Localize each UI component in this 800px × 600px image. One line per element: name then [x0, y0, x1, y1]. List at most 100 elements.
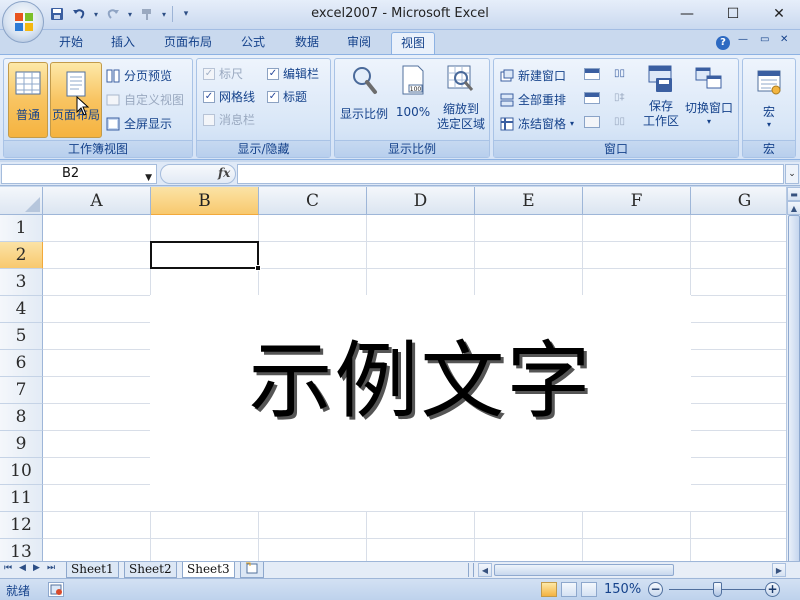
zoom-to-selection-button[interactable]: 缩放到 选定区域 — [433, 62, 489, 138]
horizontal-scroll-thumb[interactable] — [494, 564, 674, 576]
page-break-status-icon[interactable] — [581, 582, 597, 597]
active-cell-b2[interactable] — [150, 241, 259, 269]
scroll-right-icon[interactable]: ▶ — [772, 563, 786, 577]
zoom-out-icon[interactable]: − — [648, 582, 663, 597]
tab-page-layout[interactable]: 页面布局 — [155, 32, 221, 54]
zoom-slider-thumb[interactable] — [713, 582, 722, 597]
tab-home[interactable]: 开始 — [50, 32, 92, 54]
row-header-2[interactable]: 2 — [0, 242, 43, 269]
zoom-100-label: 100% — [395, 105, 431, 119]
macros-button[interactable]: 宏 ▾ — [747, 62, 791, 138]
macro-record-icon[interactable] — [48, 582, 64, 597]
headings-label: 标题 — [283, 90, 308, 104]
zoom-percentage[interactable]: 150% — [604, 582, 641, 597]
custom-views-button[interactable]: 自定义视图 — [106, 91, 184, 108]
maximize-button[interactable]: ☐ — [710, 0, 756, 28]
column-header-d[interactable]: D — [367, 187, 475, 215]
next-sheet-icon[interactable]: ▶ — [33, 563, 40, 573]
ribbon-restore-button[interactable]: ▭ — [760, 34, 769, 45]
message-bar-check-icon — [203, 113, 215, 126]
new-window-button[interactable]: 新建窗口 — [500, 67, 566, 84]
vertical-scrollbar[interactable]: ▬ ▲ — [786, 187, 800, 595]
row-header-13[interactable]: 13 — [0, 539, 43, 561]
scroll-left-icon[interactable]: ◀ — [478, 563, 492, 577]
formula-input[interactable] — [237, 164, 784, 184]
switch-windows-button[interactable]: 切换窗口 ▾ — [682, 62, 736, 138]
row-header-10[interactable]: 10 — [0, 458, 43, 485]
split-box-icon[interactable]: ▬ — [787, 187, 800, 201]
scroll-up-icon[interactable]: ▲ — [787, 201, 800, 215]
headings-checkbox[interactable]: ✓ 标题 — [267, 88, 307, 105]
full-screen-icon — [106, 117, 120, 130]
ribbon-close-button[interactable]: ✕ — [780, 34, 788, 45]
synchronous-scrolling-icon[interactable]: ▯‡ — [614, 92, 625, 103]
column-header-c[interactable]: C — [259, 187, 367, 215]
tab-review[interactable]: 审阅 — [338, 32, 380, 54]
row-header-5[interactable]: 5 — [0, 323, 43, 350]
tab-insert[interactable]: 插入 — [102, 32, 144, 54]
column-header-e[interactable]: E — [475, 187, 583, 215]
formula-bar-checkbox[interactable]: ✓ 编辑栏 — [267, 65, 319, 82]
help-icon[interactable]: ? — [716, 34, 730, 50]
unhide-window-icon[interactable] — [584, 116, 600, 128]
tab-formulas[interactable]: 公式 — [232, 32, 274, 54]
zoom-100-button[interactable]: 100 100% — [393, 62, 433, 138]
save-workspace-button[interactable]: 保存 工作区 — [640, 62, 682, 138]
insert-sheet-icon[interactable] — [240, 562, 264, 578]
sheet-tab-1[interactable]: Sheet1 — [66, 562, 119, 578]
row-header-8[interactable]: 8 — [0, 404, 43, 431]
column-header-b[interactable]: B — [151, 187, 259, 215]
hide-window-icon[interactable] — [584, 92, 600, 104]
row-header-11[interactable]: 11 — [0, 485, 43, 512]
select-all-corner[interactable] — [0, 187, 43, 215]
close-button[interactable]: ✕ — [756, 0, 800, 28]
zoom-selection-icon — [447, 65, 474, 91]
arrange-all-button[interactable]: 全部重排 — [500, 91, 566, 108]
sheet-tab-2[interactable]: Sheet2 — [124, 562, 177, 578]
reset-window-position-icon[interactable]: ▯▯ — [614, 116, 625, 127]
ruler-checkbox[interactable]: ✓ 标尺 — [203, 65, 243, 82]
row-header-3[interactable]: 3 — [0, 269, 43, 296]
row-header-7[interactable]: 7 — [0, 377, 43, 404]
split-icon[interactable] — [584, 68, 600, 80]
tab-data[interactable]: 数据 — [286, 32, 328, 54]
name-box-dropdown-icon[interactable]: ▼ — [145, 169, 152, 187]
insert-function-icon[interactable]: fx — [218, 166, 230, 180]
vertical-scroll-thumb[interactable] — [788, 215, 800, 595]
prev-sheet-icon[interactable]: ◀ — [19, 563, 26, 573]
first-sheet-icon[interactable]: ⏮ — [4, 563, 12, 573]
normal-view-button[interactable]: 普通 — [8, 62, 48, 138]
last-sheet-icon[interactable]: ⏭ — [47, 563, 55, 573]
full-screen-button[interactable]: 全屏显示 — [106, 115, 172, 132]
fill-handle[interactable] — [255, 265, 261, 271]
row-header-1[interactable]: 1 — [0, 215, 43, 242]
row-header-6[interactable]: 6 — [0, 350, 43, 377]
column-header-a[interactable]: A — [43, 187, 151, 215]
row-header-9[interactable]: 9 — [0, 431, 43, 458]
column-header-f[interactable]: F — [583, 187, 691, 215]
worksheet-grid[interactable]: ABCDEFG 1 2 3 4 5 6 7 8 9 10 11 12 13 示例文字 — [0, 187, 786, 561]
horizontal-scrollbar[interactable]: ◀ ▶ — [476, 563, 786, 577]
ribbon-minimize-button[interactable]: — — [738, 34, 748, 45]
zoom-button[interactable]: 显示比例 — [337, 62, 391, 138]
view-side-by-side-icon[interactable]: ▯▯ — [614, 68, 625, 79]
message-bar-checkbox[interactable]: 消息栏 — [203, 111, 255, 128]
office-button[interactable] — [2, 1, 44, 43]
minimize-button[interactable]: — — [664, 0, 710, 28]
formula-expand-icon[interactable]: ⌄ — [785, 164, 799, 184]
column-header-g[interactable]: G — [691, 187, 786, 215]
row-header-12[interactable]: 12 — [0, 512, 43, 539]
page-layout-status-icon[interactable] — [561, 582, 577, 597]
tab-view[interactable]: 视图 — [391, 32, 436, 54]
page-break-preview-button[interactable]: 分页预览 — [106, 67, 172, 84]
sheet-tab-3[interactable]: Sheet3 — [182, 562, 235, 578]
message-bar-label: 消息栏 — [219, 113, 256, 127]
normal-view-status-icon[interactable] — [541, 582, 557, 597]
name-box[interactable]: B2 ▼ — [1, 164, 157, 184]
tab-split-handle[interactable] — [468, 563, 474, 577]
freeze-panes-button[interactable]: 冻结窗格 ▾ — [500, 115, 574, 132]
row-header-4[interactable]: 4 — [0, 296, 43, 323]
zoom-in-icon[interactable]: + — [765, 582, 780, 597]
normal-view-label: 普通 — [15, 108, 40, 122]
gridlines-checkbox[interactable]: ✓ 网格线 — [203, 88, 255, 105]
